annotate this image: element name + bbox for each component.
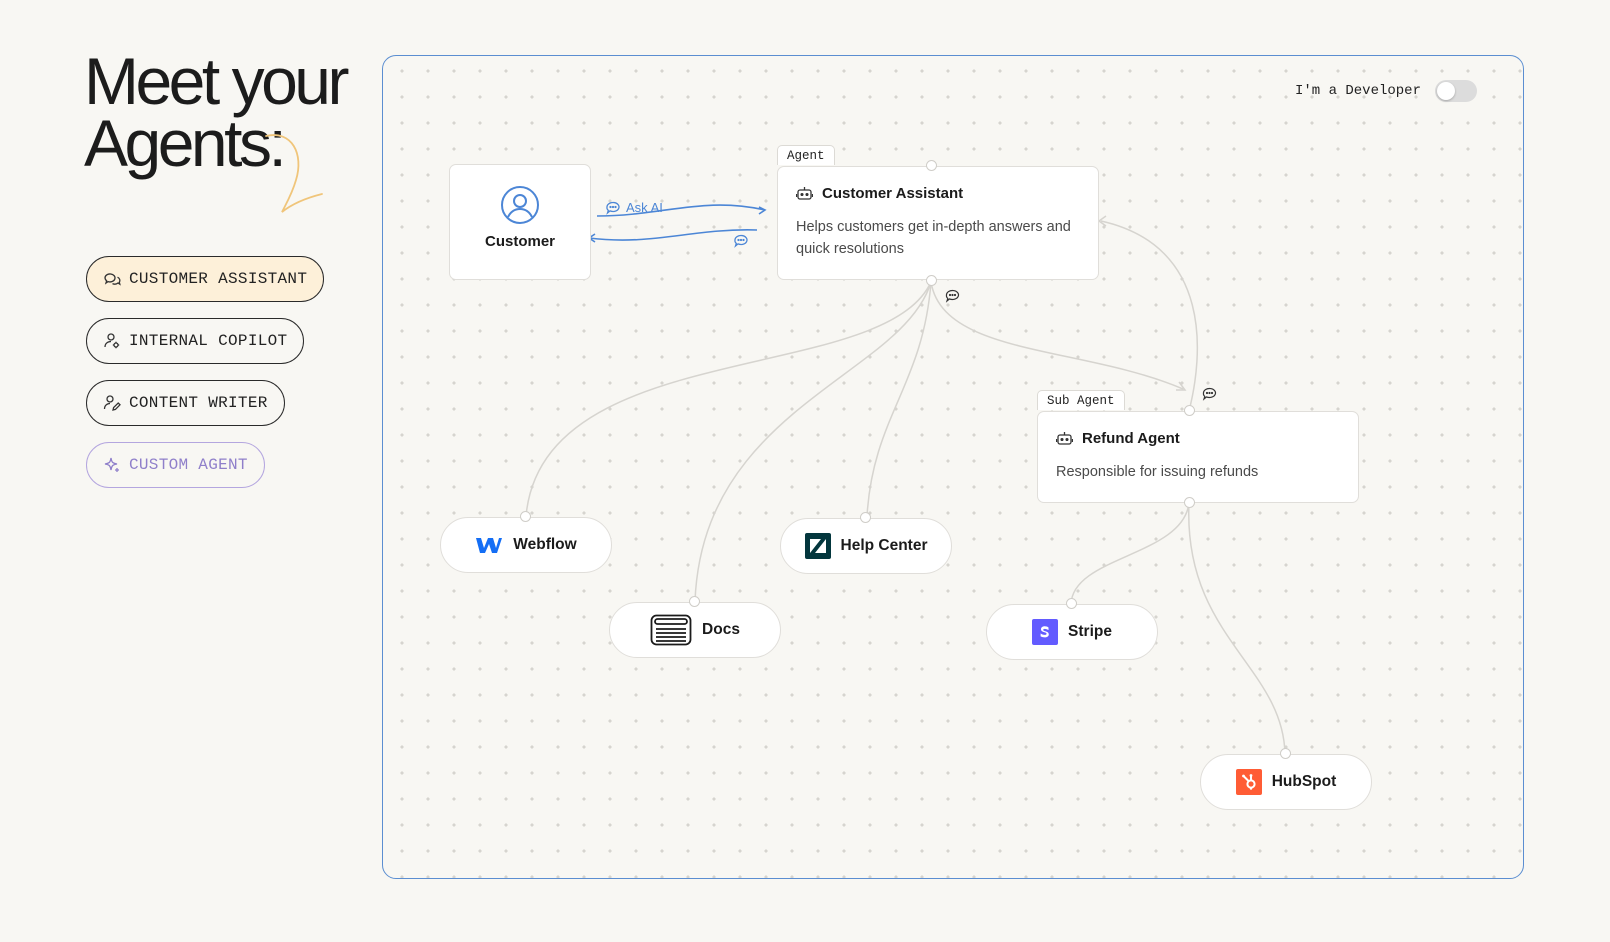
stripe-logo-icon (1032, 619, 1059, 645)
chat-bubble-icon (734, 234, 748, 248)
developer-switch[interactable] (1435, 80, 1477, 102)
docs-integration[interactable]: Docs (609, 602, 781, 658)
zendesk-logo-icon (804, 533, 831, 559)
agent-input-port[interactable] (926, 160, 937, 171)
sub-agent-description: Responsible for issuing refunds (1056, 464, 1259, 480)
user-pen-icon (103, 395, 121, 411)
customer-node[interactable]: Customer (449, 164, 591, 280)
sub-agent-input-port[interactable] (1184, 405, 1195, 416)
ask-ai-label: Ask AI (605, 200, 663, 215)
agent-type-internal-copilot[interactable]: INTERNAL COPILOT (86, 318, 305, 364)
agent-flow-canvas[interactable]: I'm a Developer Customer Ask AI Agent Cu… (382, 55, 1524, 879)
robot-icon (796, 187, 813, 200)
agent-type-label: CUSTOM AGENT (129, 456, 248, 474)
agent-output-port[interactable] (926, 275, 937, 286)
agent-type-label: CUSTOMER ASSISTANT (129, 270, 308, 288)
robot-icon (1056, 432, 1073, 445)
webflow-integration[interactable]: Webflow (440, 517, 612, 573)
chat-bubbles-icon (104, 273, 121, 286)
sparkle-icon (104, 457, 119, 472)
hubspot-logo-icon (1235, 769, 1262, 795)
user-gear-icon (104, 333, 120, 349)
agent-type-customer-assistant[interactable]: CUSTOMER ASSISTANT (86, 256, 325, 302)
agent-type-custom-agent[interactable]: CUSTOM AGENT (86, 442, 265, 488)
docs-browser-icon (650, 614, 692, 646)
hubspot-port[interactable] (1280, 748, 1291, 759)
sub-agent-tag: Sub Agent (1037, 390, 1125, 410)
chat-bubble-icon (1202, 387, 1217, 401)
stripe-label: Stripe (1068, 623, 1112, 640)
agent-title-text: Customer Assistant (822, 185, 964, 202)
agent-type-label: INTERNAL COPILOT (129, 332, 288, 350)
chat-bubble-icon (945, 289, 960, 303)
developer-toggle[interactable]: I'm a Developer (1295, 80, 1477, 102)
webflow-port[interactable] (520, 511, 531, 522)
agent-description: Helps customers get in-depth answers and… (796, 219, 1071, 257)
refund-agent-node[interactable]: Refund Agent Responsible for issuing ref… (1037, 411, 1359, 503)
agent-tag: Agent (777, 145, 835, 165)
agent-title: Customer Assistant (796, 185, 1080, 202)
headline-line-1: Meet your (84, 44, 349, 118)
user-circle-icon (501, 186, 539, 224)
docs-label: Docs (702, 621, 740, 638)
sub-agent-output-port[interactable] (1184, 497, 1195, 508)
help-center-port[interactable] (860, 512, 871, 523)
agent-type-content-writer[interactable]: CONTENT WRITER (86, 380, 285, 426)
customer-label: Customer (484, 233, 555, 250)
stripe-port[interactable] (1066, 598, 1077, 609)
decorative-arrow-icon (265, 134, 323, 213)
help-center-integration[interactable]: Help Center (780, 518, 952, 574)
webflow-logo-icon (476, 538, 503, 553)
docs-port[interactable] (689, 596, 700, 607)
webflow-label: Webflow (513, 536, 577, 553)
hubspot-integration[interactable]: HubSpot (1200, 754, 1372, 810)
switch-knob (1437, 82, 1455, 100)
chat-bubble-icon (606, 201, 620, 215)
sub-agent-title-text: Refund Agent (1082, 430, 1180, 447)
customer-assistant-node[interactable]: Customer Assistant Helps customers get i… (777, 166, 1099, 280)
hubspot-label: HubSpot (1271, 773, 1337, 790)
agent-type-label: CONTENT WRITER (129, 394, 268, 412)
sub-agent-title: Refund Agent (1056, 430, 1340, 447)
developer-toggle-label: I'm a Developer (1294, 83, 1421, 99)
ask-ai-text: Ask AI (626, 200, 663, 215)
stripe-integration[interactable]: Stripe (986, 604, 1158, 660)
help-center-label: Help Center (840, 537, 928, 554)
